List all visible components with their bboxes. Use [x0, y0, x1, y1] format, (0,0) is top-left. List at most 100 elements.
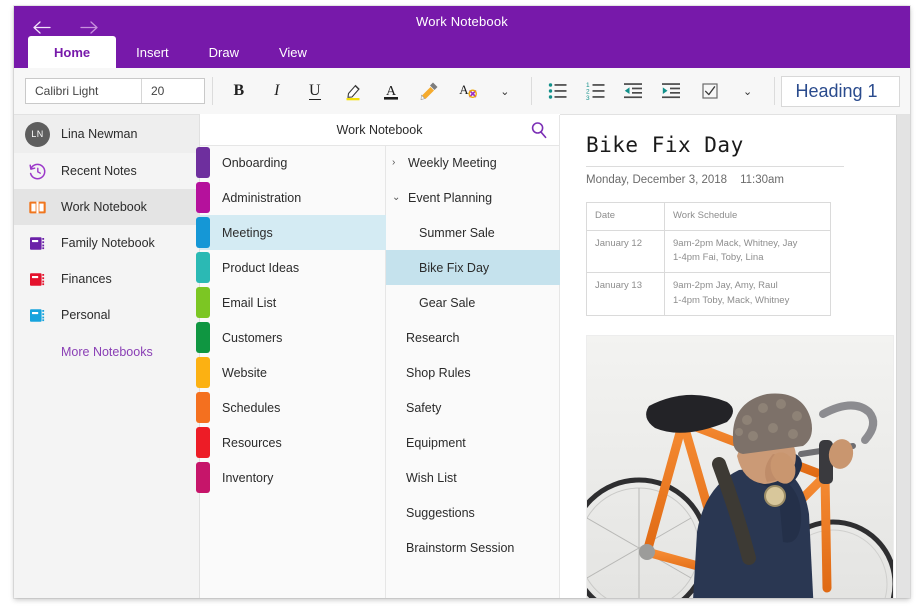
table-row: January 12 9am-2pm Mack, Whitney, Jay 1-…: [587, 230, 831, 272]
section-color-tab: [196, 322, 210, 353]
section-item-schedules[interactable]: Schedules: [200, 390, 386, 425]
tab-draw[interactable]: Draw: [189, 36, 259, 68]
chevron-right-icon[interactable]: ›: [392, 157, 405, 168]
section-item-product-ideas[interactable]: Product Ideas: [200, 250, 386, 285]
decrease-indent-icon[interactable]: [615, 74, 653, 108]
table-header-work-schedule: Work Schedule: [665, 203, 831, 231]
italic-button[interactable]: I: [258, 74, 296, 108]
sidebar-item-personal[interactable]: Personal: [14, 297, 199, 333]
section-item-meetings[interactable]: Meetings: [200, 215, 386, 250]
sidebar-item-finances[interactable]: Finances: [14, 261, 199, 297]
tab-insert[interactable]: Insert: [116, 36, 189, 68]
page-item-event-planning[interactable]: ⌄ Event Planning: [386, 180, 560, 215]
section-label: Email List: [222, 296, 276, 310]
tab-home[interactable]: Home: [28, 36, 116, 68]
sections-list: Onboarding Administration Meetings Produ…: [200, 145, 386, 495]
list-overflow-chevron-icon[interactable]: ⌄: [729, 74, 767, 108]
section-item-website[interactable]: Website: [200, 355, 386, 390]
table-row: Date Work Schedule: [587, 203, 831, 231]
avatar: LN: [25, 122, 50, 147]
page-item-suggestions[interactable]: Suggestions: [386, 495, 560, 530]
open-book-icon: [25, 196, 50, 218]
section-item-onboarding[interactable]: Onboarding: [200, 145, 386, 180]
search-icon[interactable]: [530, 121, 548, 139]
more-notebooks-link[interactable]: More Notebooks: [14, 333, 199, 371]
clear-formatting-icon[interactable]: A: [448, 74, 486, 108]
page-item-brainstorm-session[interactable]: Brainstorm Session: [386, 530, 560, 565]
section-item-resources[interactable]: Resources: [200, 425, 386, 460]
page-date: Monday, December 3, 2018: [586, 174, 727, 186]
font-controls: Calibri Light 20: [25, 78, 205, 104]
section-label: Schedules: [222, 401, 280, 415]
section-label: Inventory: [222, 471, 273, 485]
canvas-scrollbar[interactable]: [896, 115, 910, 598]
sidebar-item-label: Family Notebook: [61, 236, 155, 250]
sidebar-item-family-notebook[interactable]: Family Notebook: [14, 225, 199, 261]
window-title: Work Notebook: [14, 14, 910, 29]
page-label: Shop Rules: [406, 366, 471, 380]
checkbox-icon[interactable]: [691, 74, 729, 108]
page-label: Bike Fix Day: [419, 261, 489, 275]
section-color-tab: [196, 427, 210, 458]
section-color-tab: [196, 287, 210, 318]
bullet-list-icon[interactable]: [539, 74, 577, 108]
page-item-safety[interactable]: Safety: [386, 390, 560, 425]
font-overflow-chevron-icon[interactable]: ⌄: [486, 74, 524, 108]
numbered-list-icon[interactable]: 1 2 3: [577, 74, 615, 108]
page-item-gear-sale[interactable]: Gear Sale: [386, 285, 560, 320]
increase-indent-icon[interactable]: [653, 74, 691, 108]
section-item-inventory[interactable]: Inventory: [200, 460, 386, 495]
page-item-equipment[interactable]: Equipment: [386, 425, 560, 460]
section-item-email-list[interactable]: Email List: [200, 285, 386, 320]
page-item-research[interactable]: Research: [386, 320, 560, 355]
table-cell-date: January 13: [587, 273, 665, 315]
account-row[interactable]: LN Lina Newman: [14, 115, 199, 153]
list-format-group: 1 2 3: [539, 74, 767, 108]
page-item-bike-fix-day[interactable]: Bike Fix Day: [386, 250, 560, 285]
sidebar-item-recent-notes[interactable]: Recent Notes: [14, 153, 199, 189]
section-color-tab: [196, 462, 210, 493]
page-label: Summer Sale: [419, 226, 495, 240]
format-painter-icon[interactable]: [410, 74, 448, 108]
svg-text:A: A: [386, 84, 397, 99]
highlighter-icon[interactable]: [334, 74, 372, 108]
page-canvas[interactable]: Bike Fix Day Monday, December 3, 201811:…: [560, 115, 910, 598]
notebook-header-title: Work Notebook: [337, 123, 423, 137]
page-item-wish-list[interactable]: Wish List: [386, 460, 560, 495]
toolbar-divider-2: [531, 77, 532, 105]
notebook-icon: [25, 304, 50, 326]
ribbon-tab-strip: Home Insert Draw View: [28, 36, 327, 68]
section-color-tab: [196, 357, 210, 388]
section-label: Meetings: [222, 226, 273, 240]
tab-view[interactable]: View: [259, 36, 327, 68]
bold-button[interactable]: B: [220, 74, 258, 108]
sidebar-item-work-notebook[interactable]: Work Notebook: [14, 189, 199, 225]
font-name-input[interactable]: Calibri Light: [26, 79, 142, 103]
notebook-icon: [25, 268, 50, 290]
table-cell-schedule: 9am-2pm Mack, Whitney, Jay 1-4pm Fai, To…: [665, 230, 831, 272]
svg-text:3: 3: [586, 95, 590, 101]
bicycle-photo[interactable]: [586, 335, 894, 598]
table-cell-date: January 12: [587, 230, 665, 272]
page-item-shop-rules[interactable]: Shop Rules: [386, 355, 560, 390]
paragraph-style-selector[interactable]: Heading 1: [781, 76, 900, 107]
page-label: Weekly Meeting: [408, 156, 497, 170]
notebook-icon: [25, 232, 50, 254]
table-header-date: Date: [587, 203, 665, 231]
page-title[interactable]: Bike Fix Day: [586, 133, 910, 157]
onenote-app-window: Work Notebook Home Insert Draw View Cali…: [0, 0, 924, 610]
chevron-down-icon[interactable]: ⌄: [392, 192, 405, 203]
section-label: Administration: [222, 191, 301, 205]
section-label: Resources: [222, 436, 282, 450]
pages-list: › Weekly Meeting ⌄ Event Planning Summer…: [386, 145, 560, 565]
page-item-weekly-meeting[interactable]: › Weekly Meeting: [386, 145, 560, 180]
underline-button[interactable]: U: [296, 74, 334, 108]
table-cell-schedule: 9am-2pm Jay, Amy, Raul 1-4pm Toby, Mack,…: [665, 273, 831, 315]
font-color-icon[interactable]: A: [372, 74, 410, 108]
section-item-customers[interactable]: Customers: [200, 320, 386, 355]
section-item-administration[interactable]: Administration: [200, 180, 386, 215]
work-schedule-table[interactable]: Date Work Schedule January 12 9am-2pm Ma…: [586, 202, 831, 316]
font-size-input[interactable]: 20: [142, 79, 204, 103]
page-item-summer-sale[interactable]: Summer Sale: [386, 215, 560, 250]
sidebar-item-label: Personal: [61, 308, 110, 322]
